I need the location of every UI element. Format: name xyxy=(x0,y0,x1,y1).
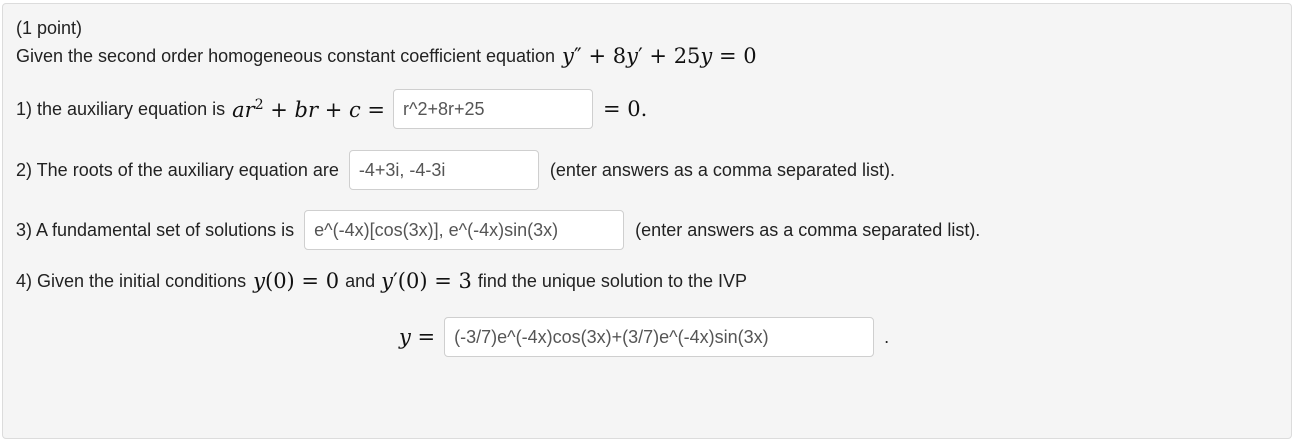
question-2: 2) The roots of the auxiliary equation a… xyxy=(16,150,895,190)
ivp-solution-input[interactable]: (-3/7)e^(-4x)cos(3x)+(3/7)e^(-4x)sin(3x) xyxy=(444,317,875,357)
points-label: (1 point) xyxy=(16,18,83,38)
auxiliary-equation-input[interactable]: r^2+8r+25 xyxy=(393,89,594,129)
statement-text: Given the second order homogeneous const… xyxy=(16,45,556,66)
differential-equation: y″ + 8y′ + 25y = 0 xyxy=(562,44,757,68)
question-1: 1) the auxiliary equation is ar2 + br + … xyxy=(16,89,647,129)
problem-statement: Given the second order homogeneous const… xyxy=(16,44,757,68)
solution-row: y = (-3/7)e^(-4x)cos(3x)+(3/7)e^(-4x)sin… xyxy=(399,317,889,357)
question-3: 3) A fundamental set of solutions is e^(… xyxy=(16,210,980,250)
q1-math: ar2 + br + c = xyxy=(232,96,386,122)
initial-condition-2: y′(0) = 3 xyxy=(381,269,472,293)
initial-condition-1: y(0) = 0 xyxy=(253,269,340,293)
q4-tail: find the unique solution to the IVP xyxy=(477,270,748,291)
roots-input[interactable]: -4+3i, -4-3i xyxy=(348,150,539,190)
fundamental-set-input[interactable]: e^(-4x)[cos(3x)], e^(-4x)sin(3x) xyxy=(304,210,625,250)
problem-panel: (1 point) Given the second order homogen… xyxy=(2,3,1292,439)
solution-period: . xyxy=(884,326,890,347)
q1-label: 1) the auxiliary equation is xyxy=(16,98,226,119)
question-4: 4) Given the initial conditions y(0) = 0… xyxy=(16,269,747,293)
q2-label: 2) The roots of the auxiliary equation a… xyxy=(16,159,339,180)
q3-label: 3) A fundamental set of solutions is xyxy=(16,219,295,240)
q3-hint: (enter answers as a comma separated list… xyxy=(635,219,981,240)
q2-hint: (enter answers as a comma separated list… xyxy=(549,159,895,180)
q4-and: and xyxy=(345,270,376,291)
solution-lhs: y = xyxy=(399,325,436,349)
q1-suffix: = 0. xyxy=(603,97,648,121)
q4-label: 4) Given the initial conditions xyxy=(16,270,247,291)
